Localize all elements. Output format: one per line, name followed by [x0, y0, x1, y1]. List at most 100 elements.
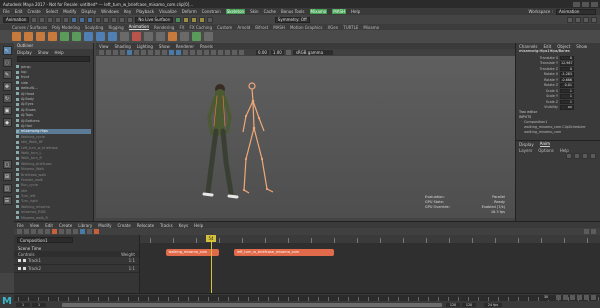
audio-icon[interactable] — [80, 229, 85, 234]
attribute-value[interactable]: 0 — [560, 66, 574, 71]
snap-curve-icon[interactable] — [103, 16, 110, 23]
menu-mash[interactable]: MASH — [332, 9, 346, 14]
ghost-icon[interactable] — [72, 32, 81, 41]
track-mute-checkbox[interactable] — [18, 259, 21, 262]
shelf-tab-mixamo[interactable]: Mixamo — [363, 25, 379, 30]
shelf-tab-sculpting[interactable]: Sculpting — [85, 25, 104, 30]
select-hierarchy-icon[interactable] — [71, 16, 78, 23]
layer-up-icon[interactable] — [566, 153, 572, 159]
attribute-editor-toggle-icon[interactable] — [575, 16, 581, 23]
menu-cache[interactable]: Cache — [264, 9, 276, 14]
snap-live-icon[interactable] — [127, 16, 134, 23]
workspace-selector[interactable]: Workspace : Animation — [529, 8, 600, 15]
single-view-icon[interactable]: ▢ — [2, 160, 12, 169]
menu-help[interactable]: Help — [351, 9, 360, 14]
shelf-tab-fx-caching[interactable]: FX Caching — [190, 25, 212, 30]
close-button[interactable] — [591, 1, 598, 7]
dope-sheet-icon[interactable] — [96, 32, 105, 41]
outliner-layout-icon[interactable]: ☰ — [2, 196, 12, 205]
frame-all-icon[interactable] — [66, 229, 71, 234]
tool-settings-toggle-icon[interactable] — [583, 16, 589, 23]
viewport-menu-show[interactable]: Show — [159, 44, 170, 49]
goto-end-icon[interactable] — [591, 295, 596, 300]
menu-bonus-tools[interactable]: Bonus Tools — [281, 9, 304, 14]
menu-edit[interactable]: Edit — [15, 9, 23, 14]
safe-action-icon[interactable] — [162, 50, 167, 55]
shelf-tab-bifrost[interactable]: Bifrost — [255, 25, 268, 30]
trax-clip-area[interactable]: walking_mixamo_com left_turn_w_briefcase_… — [140, 235, 600, 294]
move-tool-icon[interactable]: ✥ — [2, 82, 12, 91]
outliner-menu-display[interactable]: Display — [17, 50, 32, 55]
graph-anim-curves-icon[interactable] — [52, 229, 57, 234]
load-character-icon[interactable] — [17, 229, 22, 234]
gate-mask-icon[interactable] — [148, 50, 153, 55]
lights-icon[interactable] — [190, 50, 195, 55]
play-forward-icon[interactable] — [577, 295, 582, 300]
hypershade-icon[interactable] — [206, 16, 213, 23]
last-tool-icon[interactable]: ◆ — [2, 118, 12, 127]
timewarp-icon[interactable] — [59, 229, 64, 234]
image-plane-icon[interactable] — [120, 50, 125, 55]
menu-visualize[interactable]: Visualize — [159, 9, 177, 14]
menu-skin[interactable]: Skin — [250, 9, 259, 14]
film-gate-icon[interactable] — [134, 50, 139, 55]
playback-end-field[interactable]: 120 — [446, 303, 460, 307]
trax-menu-view[interactable]: View — [30, 223, 40, 228]
trax-menu-tracks[interactable]: Tracks — [160, 223, 173, 228]
resolution-gate-icon[interactable] — [141, 50, 146, 55]
viewport-menu-panels[interactable]: Panels — [200, 44, 213, 49]
sidebar-toggle-icon[interactable] — [567, 16, 573, 23]
menu-playback[interactable]: Playback — [136, 9, 154, 14]
scale-tool-icon[interactable]: ▣ — [2, 106, 12, 115]
channel-box-toggle-icon[interactable] — [591, 16, 597, 23]
trax-menu-file[interactable]: File — [17, 223, 24, 228]
shelf-tab-curves-surfaces[interactable]: Curves / Surfaces — [12, 25, 47, 30]
track-solo-checkbox[interactable] — [23, 267, 26, 270]
select-tool-icon[interactable]: ↖ — [2, 46, 12, 55]
shelf-tab-rigging[interactable]: Rigging — [108, 25, 123, 30]
menu-skeleton[interactable]: Skeleton — [225, 9, 246, 14]
live-surface-field[interactable]: No Live Surface — [135, 16, 173, 23]
trax-menu-help[interactable]: Help — [194, 223, 203, 228]
trax-track-row[interactable]: Track1 1:1 — [14, 257, 139, 265]
blend-clip-icon[interactable] — [45, 229, 50, 234]
maximize-button[interactable] — [582, 1, 589, 7]
track-weight[interactable]: 1:1 — [129, 258, 135, 263]
menu-constrain[interactable]: Constrain — [202, 9, 221, 14]
play-back-icon[interactable] — [570, 295, 575, 300]
group-icon[interactable] — [87, 229, 92, 234]
attribute-value[interactable]: 1 — [560, 88, 574, 93]
parent-icon[interactable] — [204, 32, 213, 41]
time-slider[interactable] — [14, 295, 600, 301]
time-editor-icon[interactable] — [156, 32, 165, 41]
attribute-value[interactable]: -1.283 — [560, 72, 574, 77]
graph-editor-icon[interactable] — [84, 32, 93, 41]
track-solo-checkbox[interactable] — [23, 259, 26, 262]
attribute-value[interactable]: 0 — [560, 55, 574, 60]
shelf-tab-rendering[interactable]: Rendering — [154, 25, 174, 30]
shelf-tab-custom[interactable]: Custom — [217, 25, 232, 30]
color-management-icon[interactable] — [285, 50, 291, 55]
auto-load-icon[interactable] — [24, 229, 29, 234]
constraint-icon[interactable] — [192, 32, 201, 41]
viewport-menu-view[interactable]: View — [99, 44, 109, 49]
track-weight[interactable]: 1:1 — [129, 266, 135, 271]
exposure-value[interactable]: 0.00 — [256, 50, 269, 55]
new-scene-icon[interactable] — [31, 16, 38, 23]
textured-icon[interactable] — [183, 50, 188, 55]
playblast-icon[interactable] — [120, 32, 129, 41]
rotate-tool-icon[interactable]: ↻ — [2, 94, 12, 103]
new-layer-icon[interactable] — [582, 153, 588, 159]
undo-icon[interactable] — [55, 16, 62, 23]
key-translate-icon[interactable] — [24, 32, 33, 41]
menu-key[interactable]: Key — [124, 9, 131, 14]
wireframe-icon[interactable] — [169, 50, 174, 55]
menu-select[interactable]: Select — [46, 9, 58, 14]
menu-deform[interactable]: Deform — [182, 9, 197, 14]
layer-menu-layers[interactable]: Layers — [519, 148, 532, 153]
camera-attributes-icon[interactable] — [106, 50, 111, 55]
shelf-tab-mash[interactable]: MASH — [273, 25, 285, 30]
key-clip-icon[interactable] — [94, 229, 99, 234]
shelf-tab-turtle[interactable]: TURTLE — [343, 25, 358, 30]
render-settings-icon[interactable] — [198, 16, 205, 23]
